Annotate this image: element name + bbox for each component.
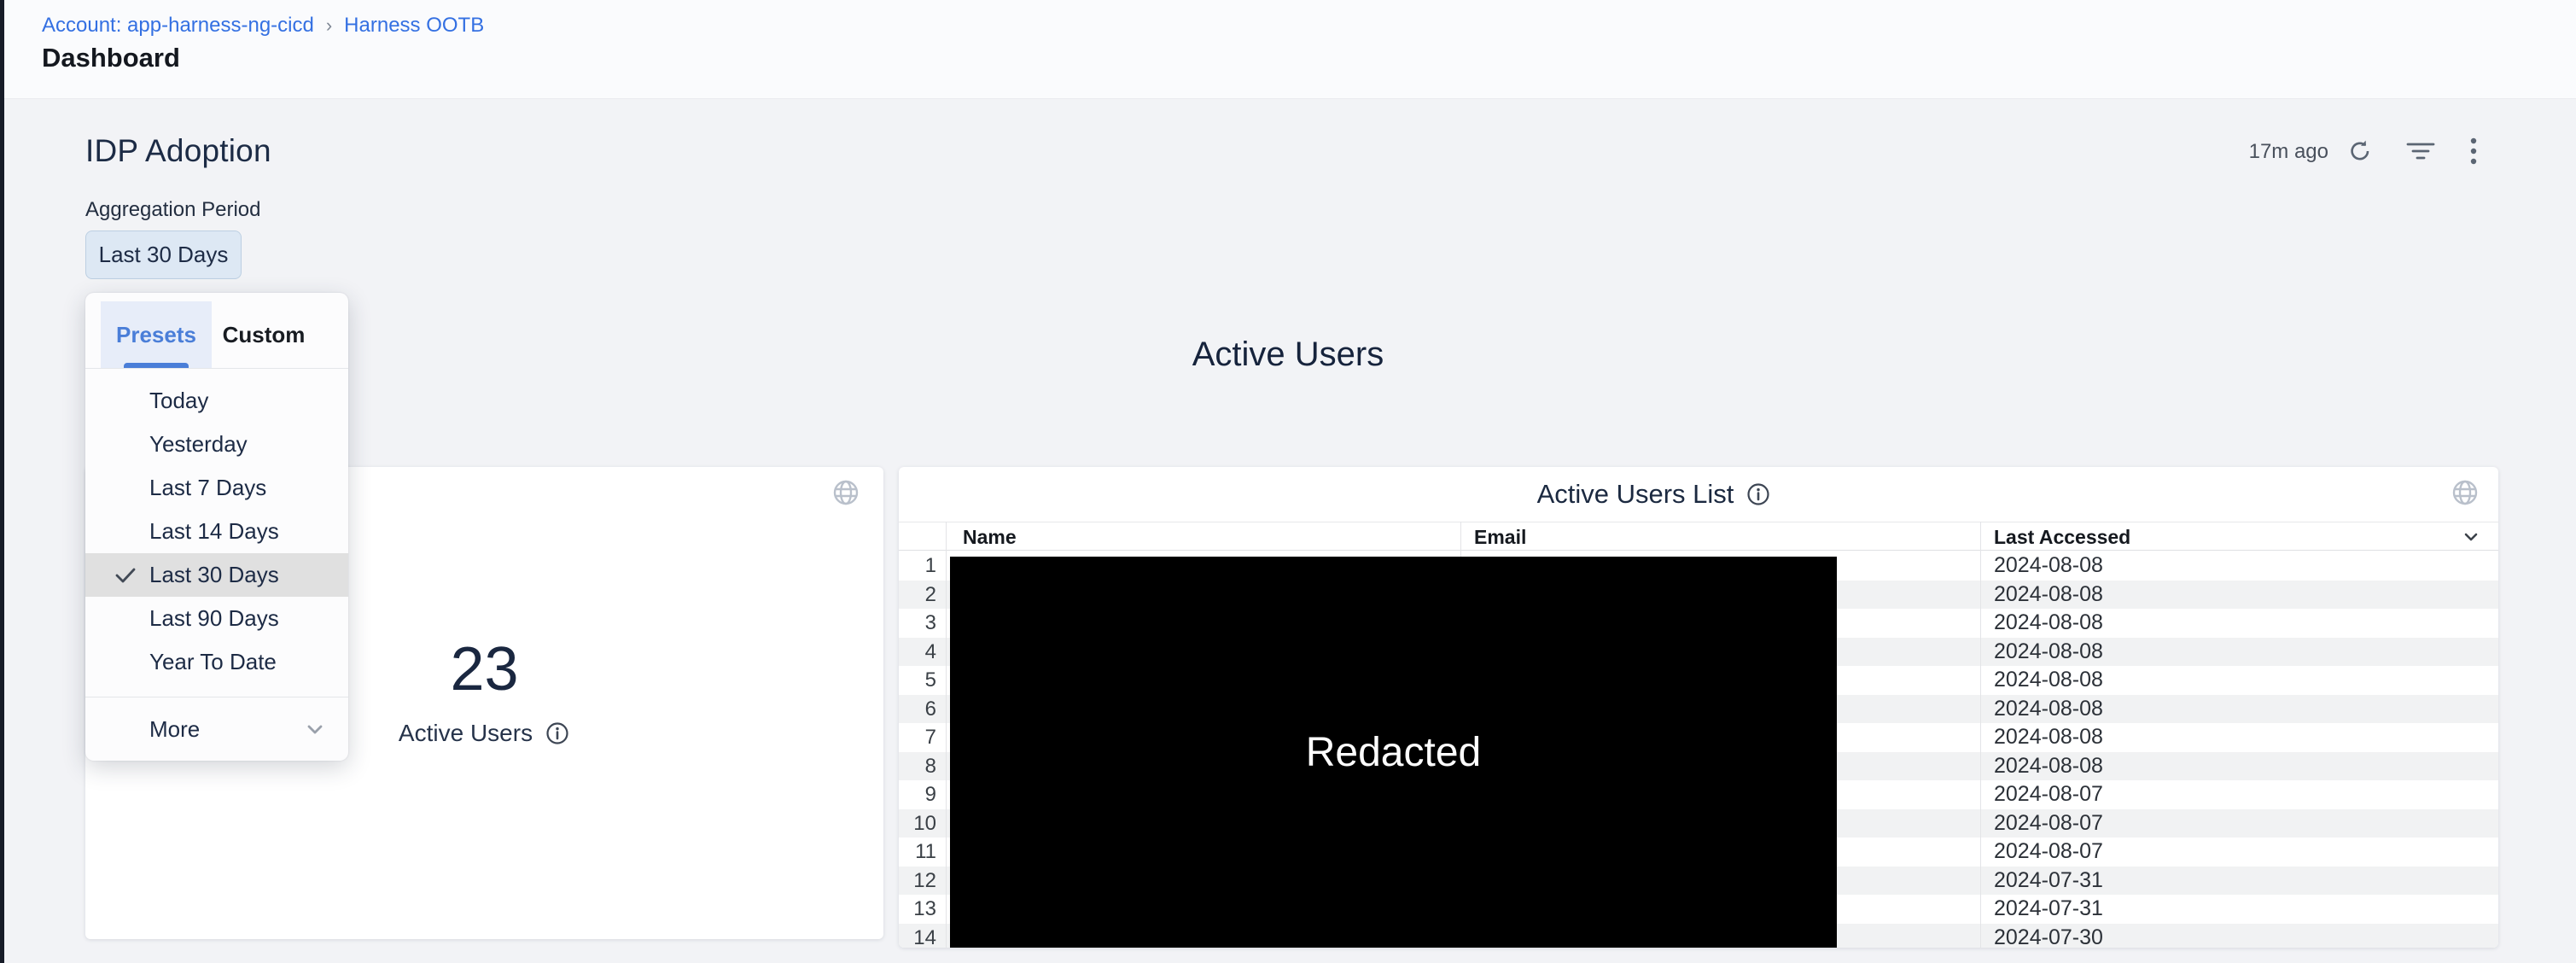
last-updated-text: 17m ago	[2168, 140, 2328, 164]
last-accessed-cell: 2024-07-31	[1994, 867, 2103, 896]
row-index-cell: 8	[899, 752, 936, 781]
column-header-email[interactable]: Email	[1474, 522, 1526, 552]
tab-custom[interactable]: Custom	[212, 301, 316, 368]
preset-option-label: Last 90 Days	[149, 605, 279, 632]
last-accessed-cell: 2024-08-08	[1994, 581, 2103, 610]
preset-option[interactable]: Today	[85, 379, 348, 423]
last-accessed-cell: 2024-07-30	[1994, 924, 2103, 948]
more-label: More	[149, 716, 200, 743]
preset-option[interactable]: Last 30 Days	[85, 553, 348, 597]
breadcrumb: Account: app-harness-ng-cicd › Harness O…	[42, 14, 484, 38]
row-index-cell: 2	[899, 581, 936, 610]
dashboard-title: IDP Adoption	[85, 133, 271, 169]
last-accessed-cell: 2024-08-08	[1994, 666, 2103, 695]
last-accessed-cell: 2024-08-07	[1994, 809, 2103, 838]
column-header-last-accessed[interactable]: Last Accessed	[1994, 522, 2130, 552]
row-index-cell: 7	[899, 723, 936, 752]
table-title: Active Users List	[1537, 479, 1734, 510]
table-header-row: Name Email Last Accessed	[899, 522, 2498, 551]
last-accessed-cell: 2024-08-07	[1994, 838, 2103, 867]
column-divider	[946, 522, 947, 948]
aggregation-period-value: Last 30 Days	[99, 242, 229, 268]
row-index-cell: 9	[899, 780, 936, 809]
info-icon[interactable]	[1746, 482, 1771, 507]
preset-option-label: Year To Date	[149, 649, 277, 675]
preset-option-label: Today	[149, 388, 208, 414]
last-accessed-cell: 2024-08-08	[1994, 638, 2103, 667]
breadcrumb-separator: ›	[326, 15, 332, 37]
period-dropdown-panel: Presets Custom Today Yesterday Last 7 Days…	[85, 293, 348, 761]
chevron-down-icon	[302, 716, 328, 742]
preset-option-label: Yesterday	[149, 431, 248, 458]
row-index-cell: 10	[899, 809, 936, 838]
aggregation-period-label: Aggregation Period	[85, 198, 260, 222]
column-header-name[interactable]: Name	[963, 522, 1017, 552]
column-divider	[1980, 522, 1981, 948]
section-title: Active Users	[0, 336, 2576, 374]
last-accessed-cell: 2024-08-08	[1994, 609, 2103, 638]
row-index-cell: 13	[899, 895, 936, 924]
last-accessed-cell: 2024-08-08	[1994, 552, 2103, 581]
tab-presets[interactable]: Presets	[101, 301, 212, 368]
preset-list: Today Yesterday Last 7 Days Last 14 Days Las…	[85, 379, 348, 684]
last-accessed-cell: 2024-08-08	[1994, 695, 2103, 724]
info-icon[interactable]	[545, 721, 570, 746]
row-index-cell: 5	[899, 666, 936, 695]
last-accessed-cell: 2024-08-08	[1994, 723, 2103, 752]
aggregation-period-button[interactable]: Last 30 Days	[85, 231, 242, 279]
row-index-cell: 1	[899, 552, 936, 581]
preset-option[interactable]: Last 90 Days	[85, 597, 348, 640]
filter-icon	[2406, 140, 2435, 162]
last-accessed-cell: 2024-08-08	[1994, 752, 2103, 781]
preset-option-label: Last 14 Days	[149, 518, 279, 545]
breadcrumb-account-link[interactable]: Account: app-harness-ng-cicd	[42, 14, 314, 38]
active-users-label: Active Users	[399, 720, 533, 747]
page-title: Dashboard	[42, 43, 180, 73]
row-index-cell: 12	[899, 867, 936, 896]
last-accessed-cell: 2024-07-31	[1994, 895, 2103, 924]
last-accessed-cell: 2024-08-07	[1994, 780, 2103, 809]
active-users-list-card: Active Users List Name Email Last Access…	[899, 467, 2498, 948]
preset-option[interactable]: Last 7 Days	[85, 466, 348, 510]
table-title-row: Active Users List	[899, 479, 2410, 510]
globe-icon	[830, 477, 861, 508]
row-index-cell: 4	[899, 638, 936, 667]
breadcrumb-current-link[interactable]: Harness OOTB	[344, 14, 484, 38]
tab-custom-label: Custom	[223, 322, 306, 348]
sort-chevron-down-icon[interactable]	[2461, 527, 2481, 547]
more-options-button[interactable]	[2456, 133, 2491, 169]
redacted-overlay: Redacted	[950, 557, 1837, 948]
filter-button[interactable]	[2403, 133, 2439, 169]
dashboard-page: Account: app-harness-ng-cicd › Harness O…	[0, 0, 2576, 963]
row-index-cell: 6	[899, 695, 936, 724]
preset-option-label: Last 30 Days	[149, 562, 279, 588]
row-index-cell: 11	[899, 838, 936, 867]
more-menu-item[interactable]: More	[85, 697, 348, 761]
page-header: Account: app-harness-ng-cicd › Harness O…	[4, 0, 2576, 99]
row-index-cell: 3	[899, 609, 936, 638]
preset-option[interactable]: Yesterday	[85, 423, 348, 466]
globe-icon	[2450, 477, 2480, 508]
refresh-button[interactable]	[2342, 133, 2378, 169]
check-icon	[113, 563, 138, 588]
redacted-label: Redacted	[1306, 729, 1481, 776]
preset-option[interactable]: Last 14 Days	[85, 510, 348, 553]
preset-option[interactable]: Year To Date	[85, 640, 348, 684]
refresh-icon	[2346, 137, 2374, 165]
tabs-divider	[85, 368, 348, 369]
preset-option-label: Last 7 Days	[149, 475, 266, 501]
collapsed-nav-edge	[0, 0, 4, 963]
row-index-cell: 14	[899, 924, 936, 948]
kebab-icon	[2469, 137, 2478, 166]
tab-presets-label: Presets	[116, 322, 196, 348]
